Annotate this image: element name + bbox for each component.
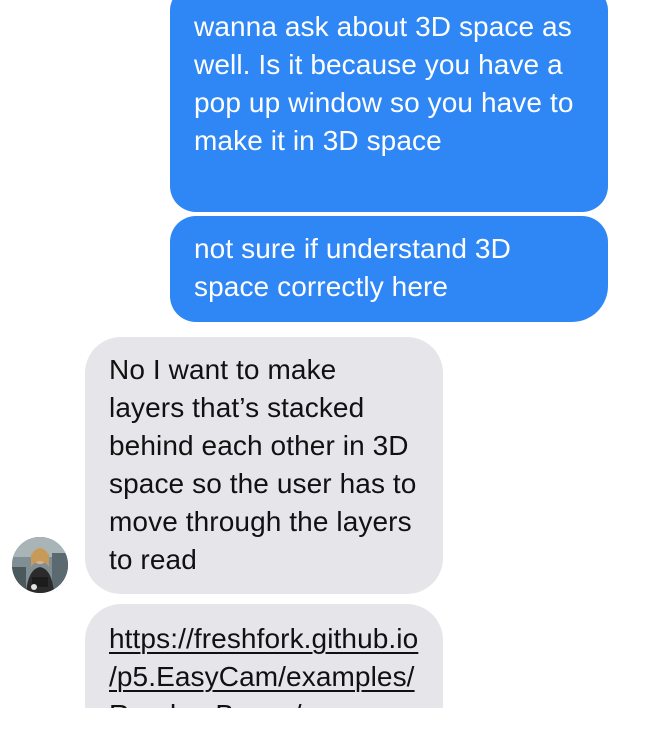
avatar-photo-icon	[12, 537, 68, 593]
incoming-message-bubble[interactable]: No I want to make layers that’s stacked …	[85, 337, 443, 594]
bottom-cutoff	[0, 708, 650, 732]
contact-avatar-icon[interactable]	[12, 537, 68, 593]
outgoing-message-bubble[interactable]: wanna ask about 3D space as well. Is it …	[170, 0, 608, 212]
conversation-view: wanna ask about 3D space as well. Is it …	[0, 0, 650, 732]
outgoing-message-bubble[interactable]: not sure if understand 3D space correctl…	[170, 216, 608, 322]
